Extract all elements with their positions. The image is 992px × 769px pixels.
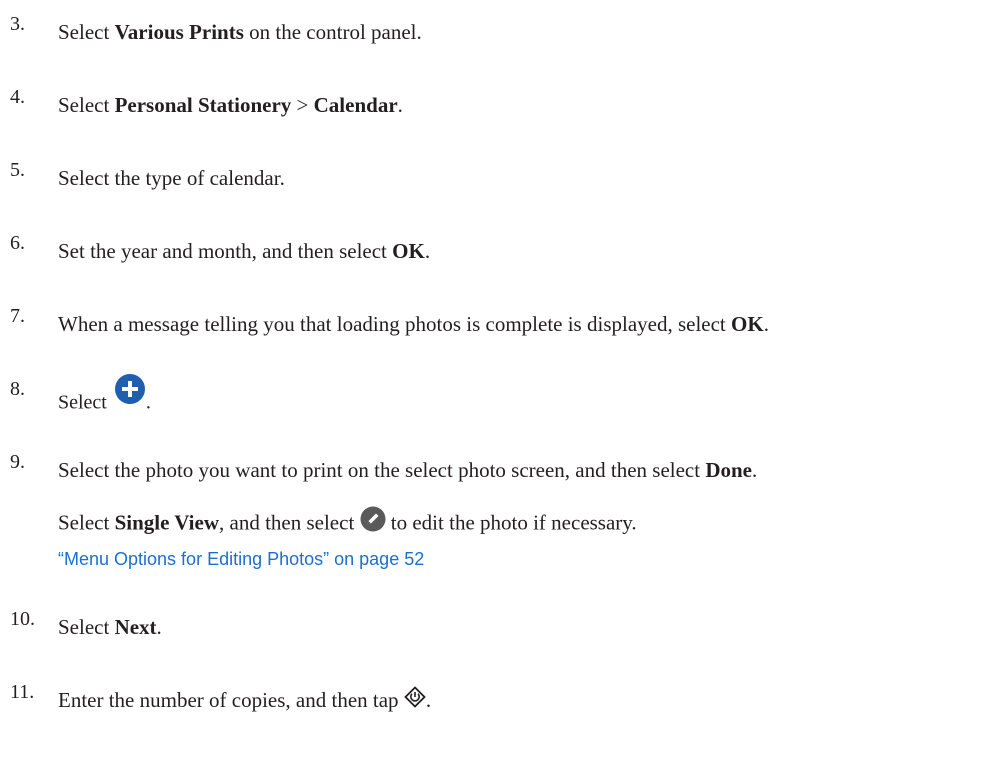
step-number: 11. [10,681,35,703]
step-text: Enter the number of copies, and then tap… [58,685,431,716]
start-diamond-icon [404,685,426,713]
step-text: Select the photo you want to print on th… [58,458,758,482]
step-number: 8. [10,378,25,400]
step-number: 4. [10,86,25,108]
step-number: 3. [10,13,25,35]
step-text: Select Next. [58,615,162,639]
step-number: 10. [10,608,35,630]
step-text: When a message telling you that loading … [58,312,769,336]
plus-circle-icon [114,373,146,411]
step-number: 5. [10,159,25,181]
step-text: Set the year and month, and then select … [58,239,431,263]
step-text: Select the type of calendar. [58,166,285,190]
note-text: Select Single View, and then select to e… [58,506,637,540]
step-number: 9. [10,451,25,473]
pencil-circle-icon [360,506,386,537]
step-number: 7. [10,305,25,327]
step-text: Select Various Prints on the control pan… [58,20,422,44]
menu-options-link[interactable]: “Menu Options for Editing Photos” on pag… [58,548,424,570]
step-number: 6. [10,232,25,254]
step-text: Select . [58,374,151,423]
step-text: Select Personal Stationery > Calendar. [58,93,403,117]
